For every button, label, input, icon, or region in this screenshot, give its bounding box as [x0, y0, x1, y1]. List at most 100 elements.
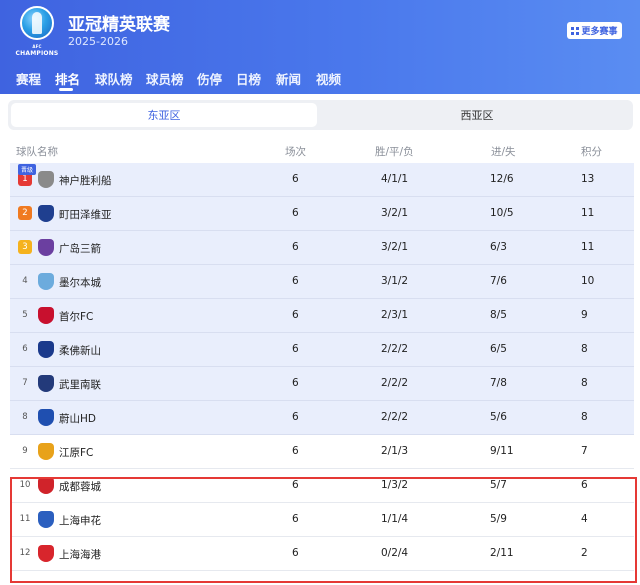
- league-season: 2025-2026: [68, 35, 128, 48]
- played-cell: 6: [292, 445, 299, 457]
- rank-badge: 5: [22, 310, 28, 320]
- header-points: 积分: [581, 146, 602, 158]
- tab-news[interactable]: 新闻: [276, 69, 301, 88]
- team-crest-icon: [38, 443, 54, 460]
- team-crest-icon: [38, 375, 54, 392]
- wdl-cell: 2/3/1: [381, 309, 409, 321]
- rank-badge: 3: [18, 240, 32, 254]
- team-crest-icon: [38, 171, 54, 188]
- table-row[interactable]: 6 柔佛新山 6 2/2/2 6/5 8: [10, 333, 634, 367]
- table-row[interactable]: 3 广岛三箭 6 3/2/1 6/3 11: [10, 231, 634, 265]
- table-row[interactable]: 4 墨尔本城 6 3/1/2 7/6 10: [10, 265, 634, 299]
- team-crest-icon: [38, 341, 54, 358]
- team-name[interactable]: 武里南联: [59, 377, 101, 392]
- more-events-label: 更多赛事: [581, 27, 618, 37]
- goals-cell: 10/5: [490, 207, 514, 219]
- points-cell: 13: [581, 173, 595, 185]
- wdl-cell: 4/1/1: [381, 173, 409, 185]
- tab-team-stats[interactable]: 球队榜: [95, 69, 133, 88]
- team-name[interactable]: 江原FC: [59, 445, 93, 460]
- points-cell: 11: [581, 207, 595, 219]
- team-crest-icon: [38, 409, 54, 426]
- points-cell: 10: [581, 275, 595, 287]
- team-crest-icon: [38, 307, 54, 324]
- played-cell: 6: [292, 207, 299, 219]
- zone-switch: 东亚区 西亚区: [8, 100, 633, 130]
- tab-schedule[interactable]: 赛程: [16, 69, 41, 88]
- table-row[interactable]: 7 武里南联 6 2/2/2 7/8 8: [10, 367, 634, 401]
- trophy-icon: [20, 6, 54, 40]
- wdl-cell: 3/2/1: [381, 241, 409, 253]
- team-name[interactable]: 墨尔本城: [59, 275, 101, 290]
- points-cell: 7: [581, 445, 588, 457]
- logo-small-text: AFC: [32, 44, 42, 49]
- tab-video[interactable]: 视频: [316, 69, 341, 88]
- played-cell: 6: [292, 343, 299, 355]
- tab-player-stats[interactable]: 球员榜: [146, 69, 184, 88]
- wdl-cell: 2/1/3: [381, 445, 409, 457]
- played-cell: 6: [292, 411, 299, 423]
- tab-standings[interactable]: 排名: [55, 69, 80, 88]
- tab-daily[interactable]: 日榜: [236, 69, 261, 88]
- league-title: 亚冠精英联赛: [68, 15, 170, 35]
- table-row[interactable]: 1 神户胜利船 6 4/1/1 12/6 13: [10, 163, 634, 197]
- qualified-tag: 晋级: [18, 164, 36, 175]
- logo-text: CHAMPIONS: [15, 50, 59, 57]
- nav-tabs: 赛程 排名 球队榜 球员榜 伤停 日榜 新闻 视频: [0, 64, 640, 94]
- team-name[interactable]: 町田泽维亚: [59, 207, 112, 222]
- rank-badge: 9: [22, 446, 28, 456]
- table-row[interactable]: 8 蔚山HD 6 2/2/2 5/6 8: [10, 401, 634, 435]
- eliminated-highlight-box: [10, 477, 637, 583]
- active-tab-indicator: [59, 88, 73, 91]
- goals-cell: 5/6: [490, 411, 507, 423]
- rank-badge: 8: [22, 412, 28, 422]
- wdl-cell: 2/2/2: [381, 411, 409, 423]
- played-cell: 6: [292, 275, 299, 287]
- rank-badge: 2: [18, 206, 32, 220]
- table-row[interactable]: 5 首尔FC 6 2/3/1 8/5 9: [10, 299, 634, 333]
- goals-cell: 9/11: [490, 445, 514, 457]
- goals-cell: 7/6: [490, 275, 507, 287]
- team-name[interactable]: 首尔FC: [59, 309, 93, 324]
- wdl-cell: 2/2/2: [381, 377, 409, 389]
- zone-tab-west[interactable]: 西亚区: [324, 103, 630, 127]
- more-events-button[interactable]: 更多赛事: [567, 22, 622, 39]
- goals-cell: 7/8: [490, 377, 507, 389]
- league-header: AFC CHAMPIONS 亚冠精英联赛 2025-2026 更多赛事 赛程 排…: [0, 0, 640, 94]
- played-cell: 6: [292, 173, 299, 185]
- wdl-cell: 2/2/2: [381, 343, 409, 355]
- header-wdl: 胜/平/负: [375, 146, 414, 158]
- goals-cell: 12/6: [490, 173, 514, 185]
- wdl-cell: 3/2/1: [381, 207, 409, 219]
- points-cell: 9: [581, 309, 588, 321]
- table-row[interactable]: 2 町田泽维亚 6 3/2/1 10/5 11: [10, 197, 634, 231]
- table-row[interactable]: 9 江原FC 6 2/1/3 9/11 7: [10, 435, 634, 469]
- team-crest-icon: [38, 205, 54, 222]
- points-cell: 8: [581, 343, 588, 355]
- rank-badge: 4: [22, 276, 28, 286]
- played-cell: 6: [292, 377, 299, 389]
- header-played: 场次: [285, 146, 306, 158]
- points-cell: 8: [581, 411, 588, 423]
- table-header: 球队名称 场次 胜/平/负 进/失 积分: [0, 140, 640, 162]
- team-name[interactable]: 蔚山HD: [59, 411, 96, 426]
- team-name[interactable]: 柔佛新山: [59, 343, 101, 358]
- played-cell: 6: [292, 309, 299, 321]
- team-name[interactable]: 广岛三箭: [59, 241, 101, 256]
- played-cell: 6: [292, 241, 299, 253]
- goals-cell: 8/5: [490, 309, 507, 321]
- team-crest-icon: [38, 273, 54, 290]
- zone-tab-east[interactable]: 东亚区: [11, 103, 317, 127]
- header-team: 球队名称: [16, 146, 58, 158]
- afc-champions-logo: AFC CHAMPIONS: [14, 6, 60, 58]
- grid-icon: [571, 26, 580, 35]
- header-goals: 进/失: [491, 146, 516, 158]
- wdl-cell: 3/1/2: [381, 275, 409, 287]
- goals-cell: 6/3: [490, 241, 507, 253]
- rank-badge: 6: [22, 344, 28, 354]
- points-cell: 8: [581, 377, 588, 389]
- goals-cell: 6/5: [490, 343, 507, 355]
- team-name[interactable]: 神户胜利船: [59, 173, 112, 188]
- tab-injuries[interactable]: 伤停: [197, 69, 222, 88]
- points-cell: 11: [581, 241, 595, 253]
